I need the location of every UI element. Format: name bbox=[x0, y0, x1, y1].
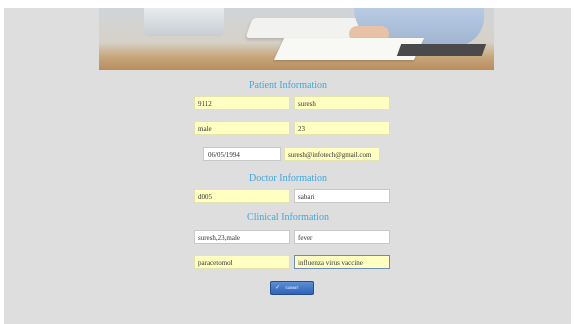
gender-field[interactable]: male bbox=[194, 121, 290, 135]
banner-image bbox=[99, 8, 494, 70]
patient-name-field[interactable]: suresh bbox=[294, 96, 390, 110]
symptom-field[interactable]: fever bbox=[294, 230, 390, 244]
doctor-id-field[interactable]: d005 bbox=[194, 189, 290, 203]
vaccine-field[interactable]: influenza virus vaccine bbox=[294, 255, 390, 269]
email-field[interactable]: suresh@infotech@gmail.com bbox=[284, 147, 380, 161]
clinical-section-title: Clinical Information bbox=[247, 212, 329, 223]
submit-label: SUBMIT bbox=[285, 286, 299, 290]
doctor-section-title: Doctor Information bbox=[248, 173, 328, 184]
patient-id-field[interactable]: 9112 bbox=[194, 96, 290, 110]
medicine-field[interactable]: paracetomol bbox=[194, 255, 290, 269]
check-icon: ✓ bbox=[275, 285, 281, 291]
patient-summary-field[interactable]: suresh,23,male bbox=[194, 230, 290, 244]
submit-button[interactable]: ✓ SUBMIT bbox=[270, 281, 314, 295]
dob-field[interactable]: 06/05/1994 bbox=[203, 147, 281, 161]
doctor-name-field[interactable]: sabari bbox=[294, 189, 390, 203]
age-field[interactable]: 23 bbox=[294, 121, 390, 135]
patient-section-title: Patient Information bbox=[248, 80, 328, 91]
